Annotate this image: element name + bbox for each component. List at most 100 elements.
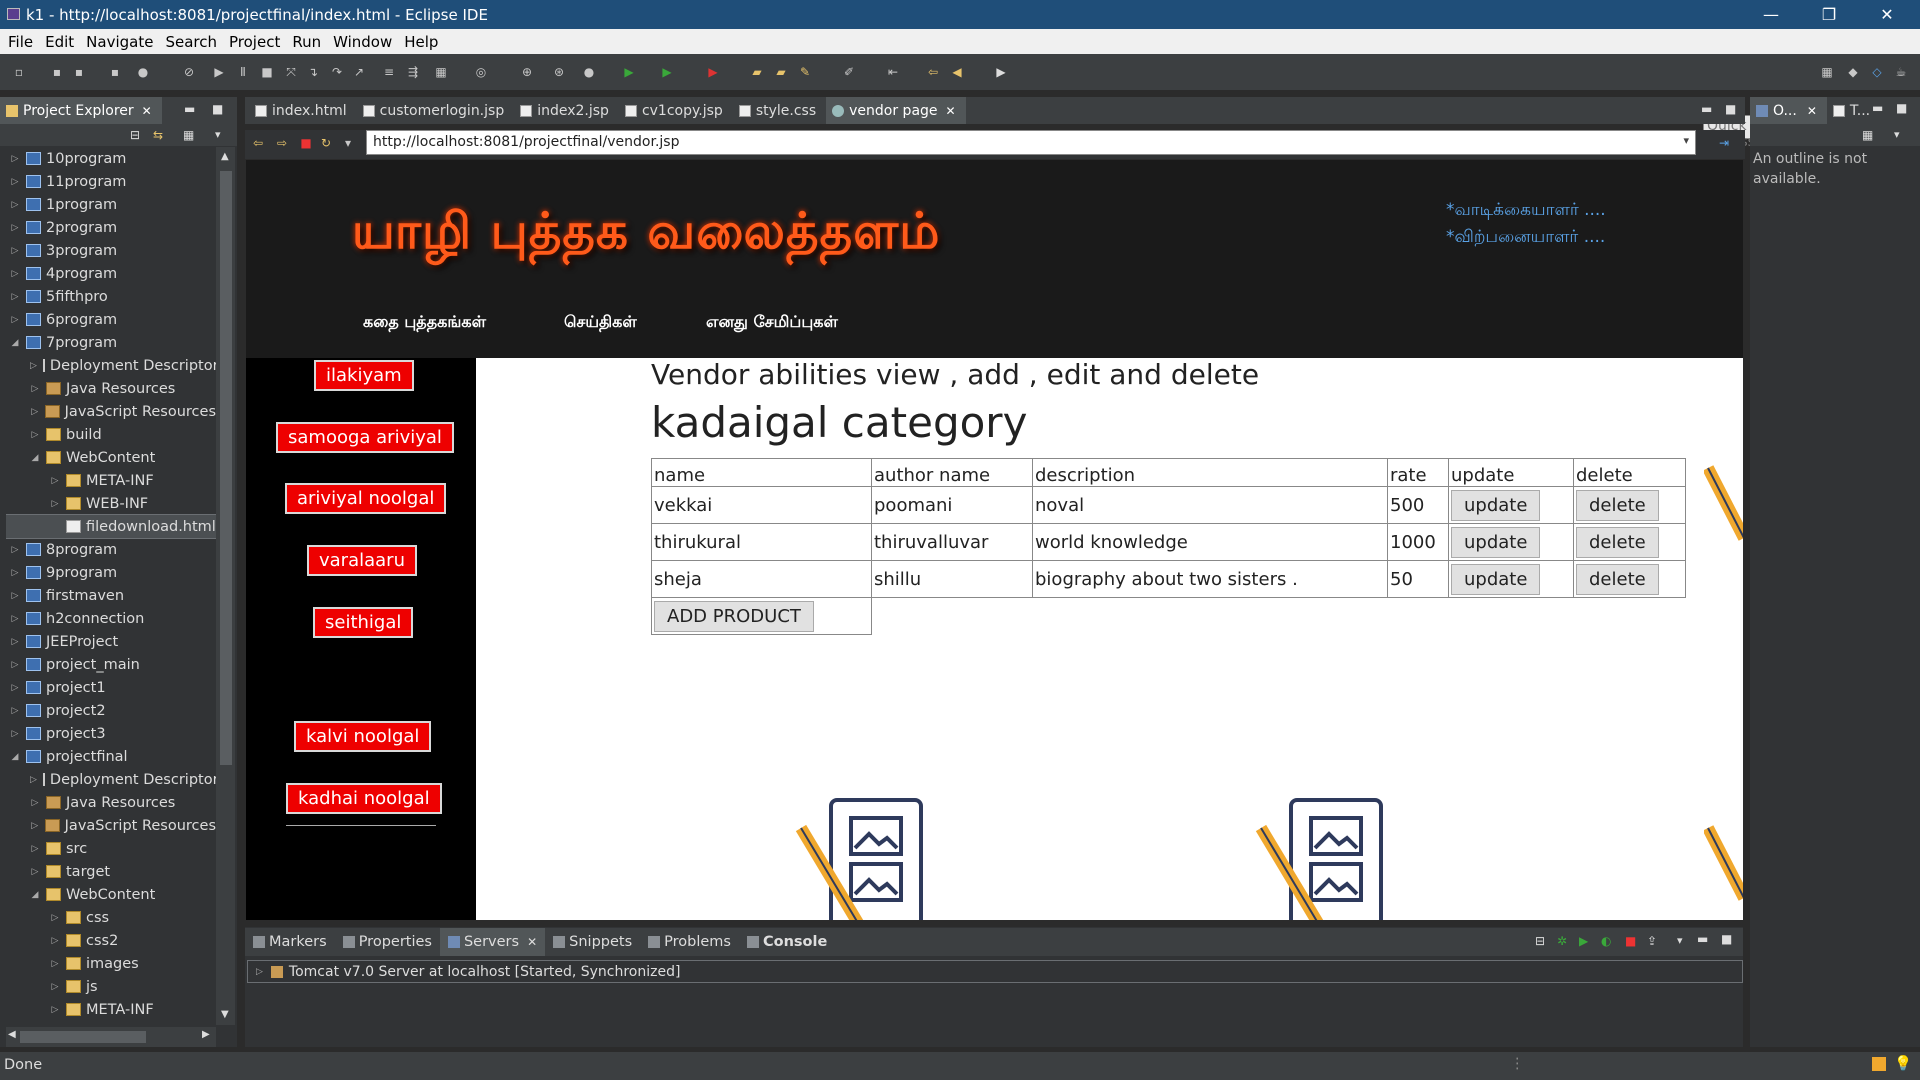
run-icon[interactable]: ▶ — [622, 65, 636, 79]
update-button[interactable]: update — [1451, 563, 1541, 595]
expand-arrow-icon[interactable]: ▷ — [10, 177, 20, 187]
sidebar-item-kadhai-noolgal[interactable]: kadhai noolgal — [286, 783, 442, 814]
tab-index-html[interactable]: index.html — [249, 97, 357, 124]
debug-perspective-icon[interactable]: ◇ — [1870, 65, 1884, 79]
debug-server-icon[interactable]: ✲ — [1557, 934, 1567, 948]
expand-arrow-icon[interactable]: ◢ — [10, 752, 20, 762]
tab-properties[interactable]: Properties — [335, 928, 440, 956]
filter-icon[interactable]: ▦ — [1862, 128, 1873, 142]
restore-button[interactable]: ❐ — [1800, 0, 1858, 29]
expand-arrow-icon[interactable]: ▷ — [50, 959, 60, 969]
nav-story-books[interactable]: கதை புத்தகங்கள் — [363, 312, 486, 333]
browser-back-icon[interactable]: ⇦ — [251, 136, 265, 150]
back-icon[interactable]: ◀ — [950, 65, 964, 79]
skip-breakpoints-icon[interactable]: ⊘ — [182, 65, 196, 79]
forward-icon[interactable]: ▶ — [994, 65, 1008, 79]
tab-index2-jsp[interactable]: index2.jsp — [514, 97, 619, 124]
tree-item[interactable]: ▷ 4program — [6, 262, 216, 285]
filter-icon[interactable]: ▦ — [183, 128, 194, 142]
expand-arrow-icon[interactable]: ▷ — [10, 729, 20, 739]
minimize-editor-icon[interactable]: ▬ — [1701, 102, 1712, 116]
expand-arrow-icon[interactable]: ▷ — [10, 154, 20, 164]
expand-arrow-icon[interactable]: ▷ — [10, 591, 20, 601]
tree-item[interactable]: ◢ WebContent — [6, 446, 216, 469]
open-task-icon[interactable]: ▰ — [774, 65, 788, 79]
tree-item[interactable]: ▷ 8program — [6, 538, 216, 561]
view-menu-icon[interactable]: ▾ — [215, 128, 221, 141]
tree-item[interactable]: ▷ JavaScript Resources — [6, 814, 216, 837]
step-over-icon[interactable]: ↷ — [330, 65, 344, 79]
tree-item[interactable]: ▷ images — [6, 952, 216, 975]
expand-arrow-icon[interactable]: ▷ — [30, 430, 40, 440]
debug-run-icon[interactable]: ● — [582, 65, 596, 79]
edit-pen-icon[interactable]: ✎ — [798, 65, 812, 79]
save-icon[interactable]: ▪ — [50, 65, 64, 79]
minimize-view-icon[interactable]: ▬ — [184, 102, 195, 116]
tab-style-css[interactable]: style.css — [733, 97, 826, 124]
tree-item[interactable]: ▷ js — [6, 975, 216, 998]
tree-item[interactable]: ◢ 7program — [6, 331, 216, 354]
expand-arrow-icon[interactable]: ▷ — [10, 246, 20, 256]
run-last-icon[interactable]: ▶ — [660, 65, 674, 79]
expand-arrow-icon[interactable]: ▷ — [10, 568, 20, 578]
expand-arrow-icon[interactable]: ▷ — [10, 292, 20, 302]
close-icon[interactable]: ✕ — [1807, 104, 1817, 118]
menu-edit[interactable]: Edit — [45, 33, 74, 51]
save-all-icon[interactable]: ▪ — [72, 65, 86, 79]
close-icon[interactable]: ✕ — [527, 935, 537, 949]
server-list-item[interactable]: ▷ Tomcat v7.0 Server at localhost [Start… — [247, 960, 1743, 983]
url-dropdown-icon[interactable]: ▾ — [1683, 134, 1689, 147]
tree-item[interactable]: ▷ Java Resources — [6, 791, 216, 814]
collapse-all-icon[interactable]: ⊟ — [1535, 934, 1545, 948]
menu-run[interactable]: Run — [292, 33, 321, 51]
menu-navigate[interactable]: Navigate — [86, 33, 153, 51]
expand-arrow-icon[interactable]: ▷ — [30, 867, 40, 877]
java-perspective-icon[interactable]: ☕ — [1894, 65, 1908, 79]
java-ee-perspective-icon[interactable]: ◆ — [1846, 65, 1860, 79]
step-into-icon[interactable]: ↴ — [306, 65, 320, 79]
step-return-icon[interactable]: ↗ — [352, 65, 366, 79]
expand-arrow-icon[interactable]: ▷ — [30, 407, 39, 417]
tree-item[interactable]: ▷ h2connection — [6, 607, 216, 630]
tree-item[interactable]: ▷ WEB-INF — [6, 492, 216, 515]
tree-item[interactable]: ▷ 6program — [6, 308, 216, 331]
tree-item[interactable]: ▷ 2program — [6, 216, 216, 239]
expand-arrow-icon[interactable]: ▷ — [30, 821, 39, 831]
expand-arrow-icon[interactable]: ▷ — [50, 982, 60, 992]
tab-customerlogin-jsp[interactable]: customerlogin.jsp — [357, 97, 515, 124]
expand-arrow-icon[interactable]: ▷ — [50, 936, 60, 946]
minimize-view-icon[interactable]: ▬ — [1697, 932, 1708, 946]
disconnect-icon[interactable]: ⤧ — [284, 65, 298, 79]
terminate-icon[interactable]: ■ — [260, 65, 274, 79]
toggle-icon[interactable]: ≡ — [382, 65, 396, 79]
globe-icon[interactable]: ⊕ — [520, 65, 534, 79]
close-icon[interactable]: ✕ — [142, 104, 152, 118]
update-button[interactable]: update — [1451, 489, 1541, 521]
menu-search[interactable]: Search — [165, 33, 217, 51]
menu-project[interactable]: Project — [229, 33, 280, 51]
tree-item[interactable]: ▷ Java Resources — [6, 377, 216, 400]
tree-item[interactable]: ▷ firstmaven — [6, 584, 216, 607]
browser-stop-icon[interactable]: ■ — [299, 136, 313, 150]
delete-button[interactable]: delete — [1576, 563, 1659, 595]
expand-arrow-icon[interactable]: ▷ — [30, 798, 40, 808]
tree-item[interactable]: ▷ JEEProject — [6, 630, 216, 653]
seller-login-link[interactable]: *விற்பனையாளர் .... — [1446, 227, 1605, 249]
tree-item[interactable]: ▷ META-INF — [6, 469, 216, 492]
last-edit-icon[interactable]: ⇤ — [886, 65, 900, 79]
profile-server-icon[interactable]: ◐ — [1601, 934, 1611, 948]
expand-arrow-icon[interactable]: ▷ — [50, 499, 60, 509]
open-folder-icon[interactable]: ▰ — [750, 65, 764, 79]
maximize-view-icon[interactable]: ■ — [1896, 101, 1907, 115]
external-browser-icon[interactable]: ⇥ — [1717, 136, 1731, 150]
maximize-view-icon[interactable]: ■ — [212, 102, 223, 116]
tab-vendor-page[interactable]: vendor page ✕ — [826, 97, 966, 124]
expand-arrow-icon[interactable]: ▷ — [256, 967, 263, 977]
expand-arrow-icon[interactable]: ◢ — [30, 453, 40, 463]
web-browser-icon[interactable]: ◎ — [474, 65, 488, 79]
sidebar-item-kalvi-noolgal[interactable]: kalvi noolgal — [294, 721, 432, 752]
tree-item[interactable]: ▷ 9program — [6, 561, 216, 584]
browser-forward-icon[interactable]: ⇨ — [275, 136, 289, 150]
expand-arrow-icon[interactable]: ▷ — [30, 384, 40, 394]
update-button[interactable]: update — [1451, 526, 1541, 558]
